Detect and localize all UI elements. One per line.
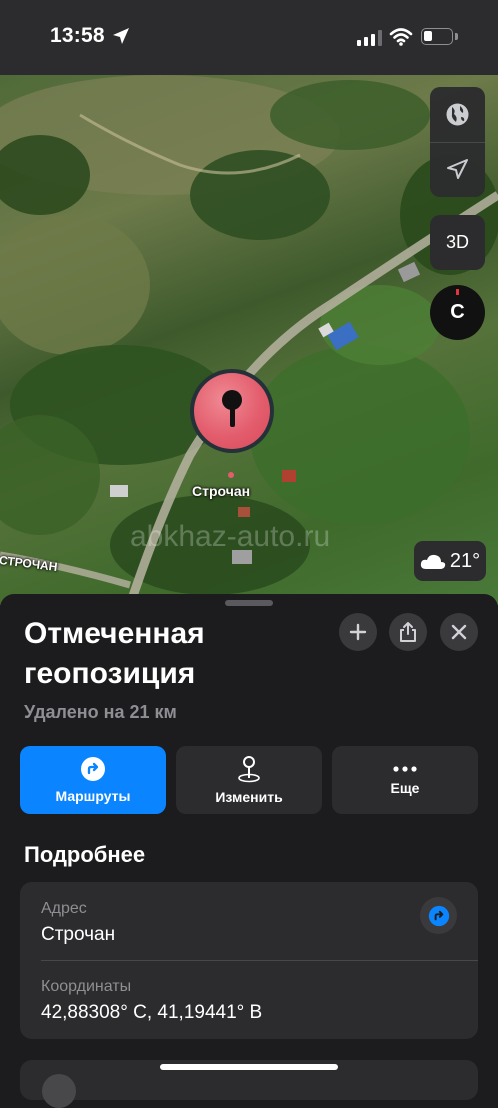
battery-icon [421, 28, 453, 45]
compass-button[interactable]: С [430, 285, 485, 340]
controls-divider [430, 142, 485, 143]
coordinates-label: Координаты [41, 978, 132, 995]
details-divider [41, 960, 478, 961]
status-time: 13:58 [50, 24, 105, 47]
close-button[interactable] [440, 613, 478, 651]
more-button[interactable]: Еще [332, 746, 478, 814]
pin-location-dot [228, 472, 234, 478]
add-button[interactable] [339, 613, 377, 651]
pin-label: Строчан [192, 483, 251, 499]
pin-icon [238, 756, 260, 783]
location-services-icon [113, 28, 129, 44]
details-heading: Подробнее [24, 842, 146, 867]
more-icon [393, 766, 417, 772]
next-card-avatar [42, 1074, 76, 1108]
cellular-signal-icon [357, 30, 382, 46]
address-directions-button[interactable] [420, 897, 457, 934]
address-value[interactable]: Строчан [41, 924, 115, 946]
battery-cap [455, 33, 458, 40]
cloud-icon [420, 554, 446, 569]
action-buttons: Маршруты Изменить Еще [20, 746, 478, 814]
details-card: Адрес Строчан Координаты 42,88308° С, 41… [20, 882, 478, 1039]
pin-icon [194, 373, 270, 449]
wifi-icon [389, 28, 413, 46]
more-label: Еще [390, 780, 420, 796]
close-icon [451, 624, 467, 640]
location-arrow-icon[interactable] [444, 156, 471, 183]
map-controls [430, 87, 485, 197]
directions-label: Маршруты [55, 788, 131, 804]
home-indicator[interactable] [160, 1064, 338, 1070]
weather-temperature: 21° [449, 549, 481, 572]
share-button[interactable] [389, 613, 427, 651]
edit-label: Изменить [215, 789, 283, 805]
sheet-grabber[interactable] [225, 600, 273, 606]
compass-letter: С [450, 301, 465, 323]
3d-button[interactable]: 3D [430, 215, 485, 270]
coordinates-value[interactable]: 42,88308° С, 41,19441° В [41, 1002, 262, 1024]
dropped-pin-marker[interactable] [190, 369, 274, 453]
status-bar: 13:58 [0, 0, 498, 75]
edit-button[interactable]: Изменить [176, 746, 322, 814]
distance-subtitle: Удалено на 21 км [24, 702, 177, 722]
share-icon [400, 622, 416, 642]
address-label: Адрес [41, 900, 87, 917]
plus-icon [349, 623, 367, 641]
watermark: abkhaz-auto.ru [130, 520, 331, 553]
globe-icon[interactable] [444, 101, 471, 128]
place-title: Отмеченная геопозиция [24, 617, 205, 690]
directions-icon [428, 905, 449, 926]
compass-north-tick [456, 289, 459, 295]
directions-icon [81, 757, 105, 781]
map-view[interactable]: 3D С Строчан abkhaz-auto.ru СТРОЧАН 21° [0, 75, 498, 605]
weather-badge[interactable]: 21° [414, 541, 486, 581]
directions-button[interactable]: Маршруты [20, 746, 166, 814]
place-sheet: Отмеченная геопозиция Удалено на 21 км М… [0, 594, 498, 1108]
